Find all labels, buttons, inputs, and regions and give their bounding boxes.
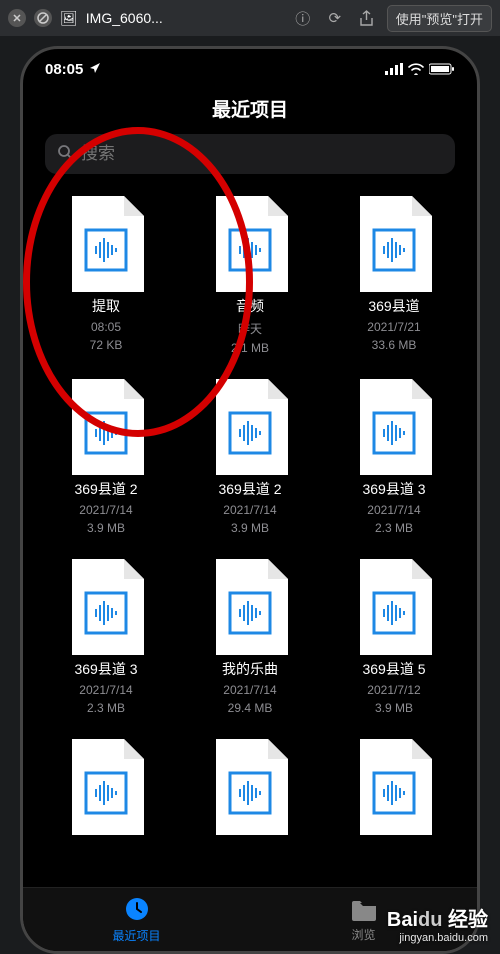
audio-file-icon [356, 559, 432, 655]
rotate-icon[interactable]: ⟳ [323, 6, 347, 30]
tab-browse-label: 浏览 [351, 926, 375, 943]
file-item[interactable] [325, 739, 463, 847]
file-date: 2021/7/14 [223, 503, 276, 517]
wifi-icon [408, 63, 424, 75]
tab-recents[interactable]: 最近项目 [23, 888, 250, 951]
file-date: 昨天 [238, 320, 262, 337]
battery-icon [429, 63, 455, 75]
file-item[interactable]: 369县道 2 2021/7/14 3.9 MB [181, 379, 319, 535]
audio-file-icon [68, 559, 144, 655]
file-name: 369县道 2 [218, 479, 281, 499]
file-item[interactable]: 369县道 3 2021/7/14 2.3 MB [37, 559, 175, 715]
file-name: 我的乐曲 [222, 659, 278, 679]
file-item[interactable]: 369县道 2 2021/7/14 3.9 MB [37, 379, 175, 535]
signal-icon [385, 63, 403, 75]
phone-frame: 08:05 最近项目 提取 08:05 72 KB 音频昨天 2.1 MB 369县道 20… [20, 46, 480, 954]
file-size: 2.3 MB [375, 521, 413, 535]
file-name: 提取 [92, 296, 120, 316]
audio-file-icon [356, 196, 432, 292]
file-name: 369县道 2 [74, 479, 137, 499]
file-date: 2021/7/12 [367, 683, 420, 697]
file-name: 音频 [236, 296, 264, 316]
file-size: 2.1 MB [231, 341, 269, 355]
file-date: 2021/7/14 [223, 683, 276, 697]
close-icon[interactable]: ✕ [8, 9, 26, 27]
audio-file-icon [212, 559, 288, 655]
audio-file-icon [356, 739, 432, 835]
file-size: 3.9 MB [231, 521, 269, 535]
file-name: 369县道 3 [74, 659, 137, 679]
share-icon[interactable] [355, 6, 379, 30]
location-icon [89, 61, 101, 78]
file-size: 3.9 MB [375, 701, 413, 715]
file-name: 369县道 3 [362, 479, 425, 499]
tab-bar: 最近项目 浏览 [23, 887, 477, 951]
file-size: 2.3 MB [87, 701, 125, 715]
file-item[interactable]: 音频昨天 2.1 MB [181, 196, 319, 355]
audio-file-icon [68, 196, 144, 292]
image-file-icon: 🖼 [60, 10, 78, 27]
file-item[interactable] [181, 739, 319, 847]
audio-file-icon [212, 739, 288, 835]
statusbar-time: 08:05 [45, 61, 83, 78]
file-name: 369县道 [368, 296, 419, 316]
folder-icon [350, 897, 378, 924]
tab-browse[interactable]: 浏览 [250, 888, 477, 951]
window-titlebar: ✕ 🖼 IMG_6060... ⓘ ⟳ 使用"预览"打开 [0, 0, 500, 36]
files-grid: 提取 08:05 72 KB 音频昨天 2.1 MB 369县道 2021/7/21 33.6… [23, 174, 477, 887]
file-size: 72 KB [90, 338, 123, 352]
search-input[interactable] [81, 144, 443, 164]
file-item[interactable]: 369县道 3 2021/7/14 2.3 MB [325, 379, 463, 535]
file-size: 33.6 MB [372, 338, 417, 352]
file-date: 2021/7/21 [367, 320, 420, 334]
page-title: 最近项目 [23, 89, 477, 134]
window-filename: IMG_6060... [86, 10, 163, 26]
audio-file-icon [212, 379, 288, 475]
file-date: 2021/7/14 [79, 503, 132, 517]
block-icon[interactable] [34, 9, 52, 27]
file-item[interactable]: 提取 08:05 72 KB [37, 196, 175, 355]
search-icon [57, 144, 73, 165]
audio-file-icon [68, 739, 144, 835]
clock-icon [124, 896, 150, 925]
file-date: 08:05 [91, 320, 121, 334]
info-icon[interactable]: ⓘ [291, 6, 315, 30]
open-with-preview-button[interactable]: 使用"预览"打开 [387, 5, 492, 32]
file-item[interactable]: 我的乐曲 2021/7/14 29.4 MB [181, 559, 319, 715]
file-item[interactable]: 369县道 5 2021/7/12 3.9 MB [325, 559, 463, 715]
file-name: 369县道 5 [362, 659, 425, 679]
audio-file-icon [212, 196, 288, 292]
tab-recents-label: 最近项目 [112, 927, 160, 944]
search-bar[interactable] [45, 134, 455, 174]
file-date: 2021/7/14 [79, 683, 132, 697]
file-item[interactable]: 369县道 2021/7/21 33.6 MB [325, 196, 463, 355]
phone-statusbar: 08:05 [23, 49, 477, 89]
file-size: 29.4 MB [228, 701, 273, 715]
audio-file-icon [68, 379, 144, 475]
audio-file-icon [356, 379, 432, 475]
file-date: 2021/7/14 [367, 503, 420, 517]
file-item[interactable] [37, 739, 175, 847]
file-size: 3.9 MB [87, 521, 125, 535]
